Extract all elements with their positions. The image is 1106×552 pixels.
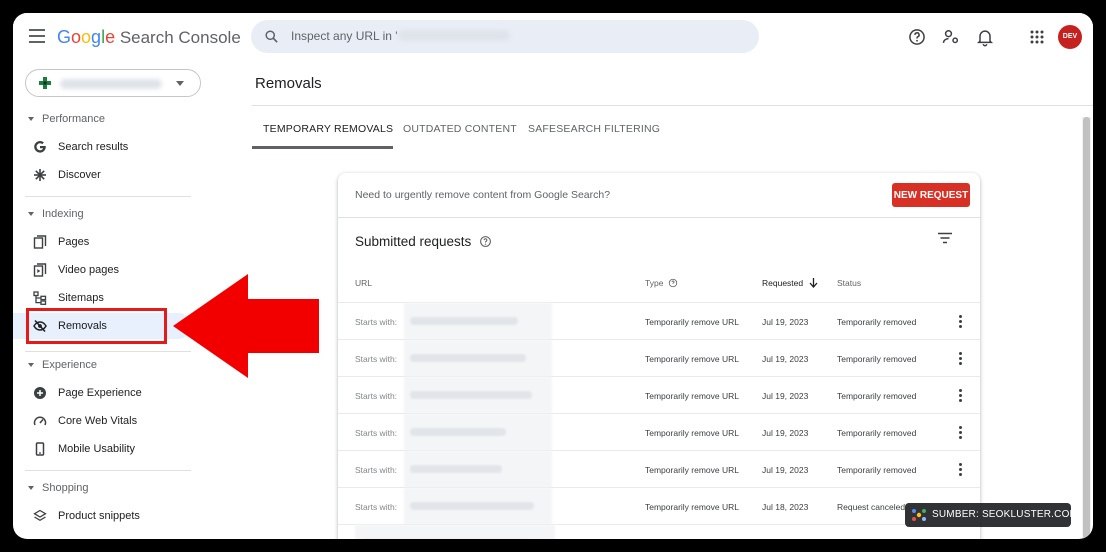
filter-list-icon[interactable] [938, 232, 952, 244]
column-header-requested[interactable]: Requested [762, 278, 818, 288]
sidebar-item-core-web-vitals[interactable]: Core Web Vitals [13, 408, 191, 434]
column-header-status: Status [837, 278, 862, 288]
vertical-scrollbar[interactable] [1082, 117, 1091, 539]
table-row[interactable]: Starts with: Temporarily remove URL Jul … [338, 302, 980, 340]
nav-section-shopping[interactable]: Shopping [28, 482, 89, 494]
sort-arrow-down-icon [809, 278, 817, 288]
manage-users-icon[interactable] [941, 27, 961, 47]
blurred-url [355, 525, 555, 539]
column-header-url: URL [355, 278, 373, 288]
header-divider [252, 105, 1093, 106]
urgent-removal-prompt: Need to urgently remove content from Goo… [355, 189, 611, 201]
sidebar-item-discover[interactable]: Discover [13, 162, 191, 188]
table-row[interactable]: Starts with: Temporarily remove URL Jul … [338, 487, 980, 525]
sidebar-divider [25, 351, 191, 352]
more-vert-icon[interactable] [959, 463, 963, 477]
submitted-requests-title: Submitted requests [355, 234, 492, 249]
gauge-icon [33, 416, 47, 426]
highlight-box-removals [26, 308, 167, 344]
more-vert-icon[interactable] [959, 352, 963, 366]
help-circle-icon[interactable] [668, 278, 678, 288]
tab-temporary-removals[interactable]: TEMPORARY REMOVALS [263, 123, 393, 135]
scrollbar-thumb[interactable] [1083, 117, 1090, 539]
sidebar-item-search-results[interactable]: Search results [13, 134, 191, 160]
table-row[interactable]: Starts with: Temporarily remove URL Jul … [338, 450, 980, 488]
removals-card: Need to urgently remove content from Goo… [338, 173, 980, 539]
blurred-url [404, 377, 552, 414]
collapse-arrow-icon [28, 363, 34, 368]
table-row[interactable]: Starts with: Temporarily remove URL Jul … [338, 376, 980, 414]
table-row[interactable] [338, 524, 980, 539]
asterisk-icon [34, 169, 46, 181]
video-pages-icon [33, 263, 47, 277]
help-circle-icon[interactable] [479, 235, 492, 248]
property-favicon-icon [39, 77, 51, 89]
sidebar-item-video-pages[interactable]: Video pages [13, 257, 191, 283]
help-icon[interactable] [907, 27, 927, 47]
url-inspect-search[interactable]: Inspect any URL in ' [251, 20, 759, 53]
nav-section-experience[interactable]: Experience [28, 359, 97, 371]
blurred-property-url [397, 30, 510, 41]
blurred-url [404, 340, 552, 377]
property-selector[interactable] [25, 69, 201, 97]
table-row[interactable]: Starts with: Temporarily remove URL Jul … [338, 339, 980, 377]
google-wordmark: Google [57, 27, 116, 47]
sidebar-item-page-experience[interactable]: Page Experience [13, 380, 191, 406]
more-vert-icon[interactable] [959, 315, 963, 329]
sidebar-item-pages[interactable]: Pages [13, 229, 191, 255]
layers-icon [33, 509, 47, 522]
tab-outdated-content[interactable]: OUTDATED CONTENT [403, 123, 517, 135]
page-title: Removals [255, 75, 322, 92]
column-header-type: Type [645, 278, 678, 288]
nav-section-performance[interactable]: Performance [28, 113, 105, 125]
sidebar-item-mobile-usability[interactable]: Mobile Usability [13, 436, 191, 462]
table-row[interactable]: Starts with: Temporarily remove URL Jul … [338, 413, 980, 451]
notifications-bell-icon[interactable] [975, 27, 995, 47]
blurred-url [404, 451, 552, 488]
chevron-down-icon [176, 81, 184, 86]
account-avatar[interactable]: DEV [1058, 25, 1082, 49]
google-g-icon [34, 140, 46, 153]
product-name: Search Console [119, 28, 241, 47]
product-logo[interactable]: Google Search Console [57, 27, 241, 48]
pages-icon [33, 235, 47, 249]
card-divider [338, 217, 980, 218]
search-icon [265, 30, 278, 43]
tab-safesearch-filtering[interactable]: SAFESEARCH FILTERING [528, 123, 660, 135]
phone-icon [35, 442, 45, 456]
red-arrow-pointer-icon [173, 274, 319, 378]
source-watermark-badge: SUMBER: SEOKLUSTER.COM [905, 503, 1078, 527]
search-input[interactable]: Inspect any URL in ' [291, 29, 510, 43]
new-request-button[interactable]: NEW REQUEST [892, 183, 970, 207]
active-tab-indicator [252, 146, 393, 149]
plus-circle-icon [34, 387, 46, 399]
collapse-arrow-icon [28, 117, 34, 122]
more-vert-icon[interactable] [959, 426, 963, 440]
nav-section-indexing[interactable]: Indexing [28, 208, 84, 220]
sidebar-divider [25, 470, 191, 471]
more-vert-icon[interactable] [959, 389, 963, 403]
seokluster-logo-icon [912, 509, 926, 521]
app-window: Google Search Console Inspect any URL in… [13, 13, 1093, 539]
blurred-property-name [60, 79, 162, 89]
collapse-arrow-icon [28, 212, 34, 217]
apps-grid-icon[interactable] [1027, 27, 1047, 47]
collapse-arrow-icon [28, 486, 34, 491]
sidebar-divider [25, 196, 191, 197]
sitemap-icon [33, 291, 47, 305]
blurred-url [404, 488, 552, 525]
sidebar-item-product-snippets[interactable]: Product snippets [13, 503, 191, 529]
main-menu-icon[interactable] [29, 29, 45, 43]
blurred-url [404, 414, 552, 451]
blurred-url [404, 303, 552, 340]
